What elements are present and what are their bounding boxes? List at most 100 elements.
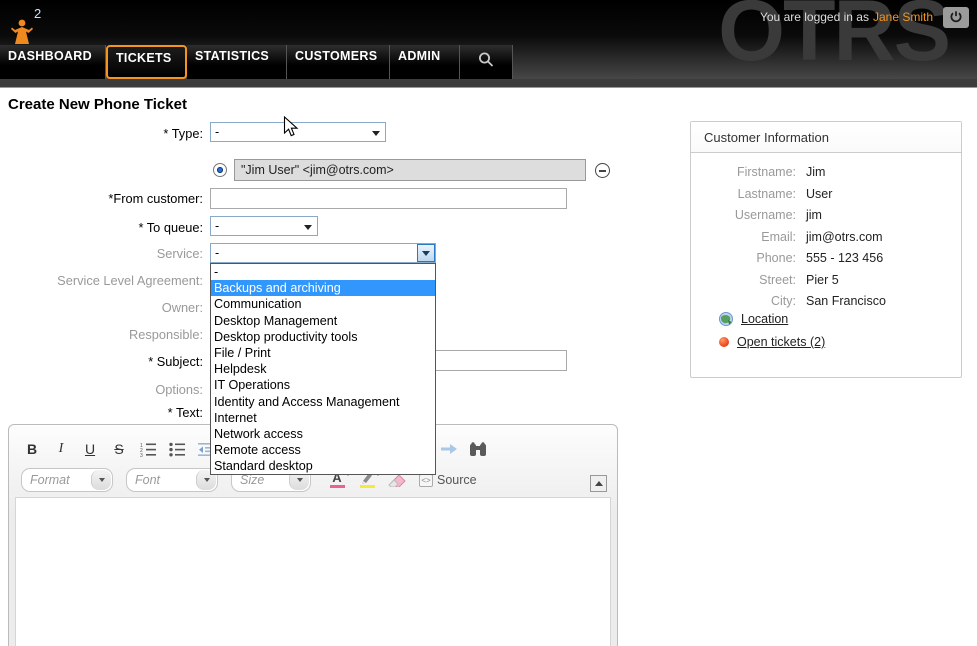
strikethrough-button[interactable]: S [108, 438, 130, 460]
logged-in-user-link[interactable]: Jane Smith [873, 10, 933, 24]
customer-information-title: Customer Information [691, 122, 961, 153]
redo-button[interactable] [438, 438, 460, 460]
to-queue-select-value: - [215, 219, 219, 233]
service-dropdown-list: - Backups and archiving Communication De… [210, 263, 436, 475]
main-nav: DASHBOARD TICKETS STATISTICS CUSTOMERS A… [0, 45, 513, 79]
to-queue-select[interactable]: - [210, 216, 318, 236]
font-select[interactable]: Font [126, 468, 218, 492]
nav-tab-customers[interactable]: CUSTOMERS [287, 45, 390, 79]
svg-text:3: 3 [140, 453, 143, 457]
bullet-list-button[interactable] [166, 438, 188, 460]
editor-content-area[interactable] [15, 497, 611, 646]
service-option[interactable]: Identity and Access Management [211, 394, 435, 410]
service-option[interactable]: Standard desktop [211, 458, 435, 474]
italic-button[interactable]: I [50, 438, 72, 460]
field-label: Phone: [691, 251, 796, 265]
find-button[interactable] [467, 438, 489, 460]
customer-radio[interactable] [213, 163, 227, 177]
page-title: Create New Phone Ticket [8, 96, 187, 113]
numbered-list-icon: 1 2 3 [140, 442, 157, 457]
service-option[interactable]: File / Print [211, 345, 435, 361]
field-label: Street: [691, 273, 796, 287]
nav-tab-dashboard[interactable]: DASHBOARD [0, 45, 106, 79]
customer-information-panel: Customer Information Firstname: Jim Last… [690, 121, 962, 378]
bullet-list-icon [169, 442, 186, 457]
customer-field-username: Username: jim [691, 208, 961, 229]
nav-tab-search[interactable] [460, 45, 513, 79]
owner-label: Owner: [0, 300, 203, 315]
bold-button[interactable]: B [21, 438, 43, 460]
customer-field-street: Street: Pier 5 [691, 273, 961, 294]
source-code-icon: <> [419, 474, 433, 487]
service-option[interactable]: Desktop productivity tools [211, 329, 435, 345]
field-value: jim [806, 208, 822, 222]
login-status: You are logged in as Jane Smith [760, 6, 969, 28]
field-value: 555 - 123 456 [806, 251, 883, 265]
type-label: * Type: [0, 126, 203, 141]
text-label: * Text: [0, 405, 203, 420]
binoculars-icon [469, 442, 487, 457]
service-select[interactable]: - [210, 243, 436, 263]
open-tickets-link[interactable]: Open tickets (2) [737, 335, 825, 349]
service-option-highlighted[interactable]: Backups and archiving [211, 280, 435, 296]
login-status-text: You are logged in as [760, 10, 869, 24]
globe-icon [719, 312, 733, 326]
collapse-toolbar-button[interactable] [590, 475, 607, 492]
chevron-down-icon [422, 251, 430, 256]
subject-label: * Subject: [0, 354, 203, 369]
location-link-row: Location [719, 312, 788, 326]
to-queue-label: * To queue: [0, 220, 203, 235]
service-option[interactable]: Desktop Management [211, 313, 435, 329]
location-link[interactable]: Location [741, 312, 788, 326]
field-label: City: [691, 294, 796, 308]
service-option[interactable]: Communication [211, 296, 435, 312]
customer-field-lastname: Lastname: User [691, 187, 961, 208]
chevron-up-icon [595, 481, 603, 486]
field-label: Lastname: [691, 187, 796, 201]
customer-field-email: Email: jim@otrs.com [691, 230, 961, 251]
service-option[interactable]: Network access [211, 426, 435, 442]
field-value: Pier 5 [806, 273, 839, 287]
font-select-value: Font [135, 473, 160, 487]
nav-tab-tickets[interactable]: TICKETS [106, 45, 187, 79]
text-color-swatch [330, 485, 345, 488]
header-divider [0, 79, 977, 88]
field-label: Email: [691, 230, 796, 244]
customer-field-phone: Phone: 555 - 123 456 [691, 251, 961, 272]
service-label: Service: [0, 246, 203, 261]
numbered-list-button[interactable]: 1 2 3 [137, 438, 159, 460]
service-select-open-button[interactable] [417, 244, 435, 262]
logout-button[interactable] [943, 7, 969, 28]
from-customer-input[interactable] [210, 188, 567, 209]
highlight-color-swatch [360, 485, 375, 488]
header: OTRS 2 You are logged in as Jane Smith [0, 0, 977, 79]
chevron-down-icon [91, 470, 111, 490]
nav-tab-admin[interactable]: ADMIN [390, 45, 460, 79]
nav-tab-statistics[interactable]: STATISTICS [187, 45, 287, 79]
chevron-down-icon [304, 225, 312, 230]
field-label: Firstname: [691, 165, 796, 179]
underline-button[interactable]: U [79, 438, 101, 460]
power-icon [949, 10, 963, 24]
open-tickets-link-row: Open tickets (2) [719, 335, 825, 349]
responsible-label: Responsible: [0, 327, 203, 342]
service-option[interactable]: Helpdesk [211, 361, 435, 377]
service-option[interactable]: Remote access [211, 442, 435, 458]
chevron-down-icon [372, 131, 380, 136]
field-value: jim@otrs.com [806, 230, 883, 244]
remove-customer-button[interactable] [595, 163, 610, 178]
open-tickets-status-icon [719, 337, 729, 347]
service-option[interactable]: Internet [211, 410, 435, 426]
search-icon [477, 51, 495, 69]
field-value: User [806, 187, 832, 201]
type-select[interactable]: - [210, 122, 386, 142]
format-select[interactable]: Format [21, 468, 113, 492]
type-select-value: - [215, 125, 219, 139]
service-option[interactable]: - [211, 264, 435, 280]
agent-person-icon [10, 18, 34, 46]
selected-customer-box: "Jim User" <jim@otrs.com> [234, 159, 586, 181]
options-label: Options: [0, 382, 203, 397]
service-option[interactable]: IT Operations [211, 377, 435, 393]
field-label: Username: [691, 208, 796, 222]
sla-label: Service Level Agreement: [0, 273, 203, 288]
